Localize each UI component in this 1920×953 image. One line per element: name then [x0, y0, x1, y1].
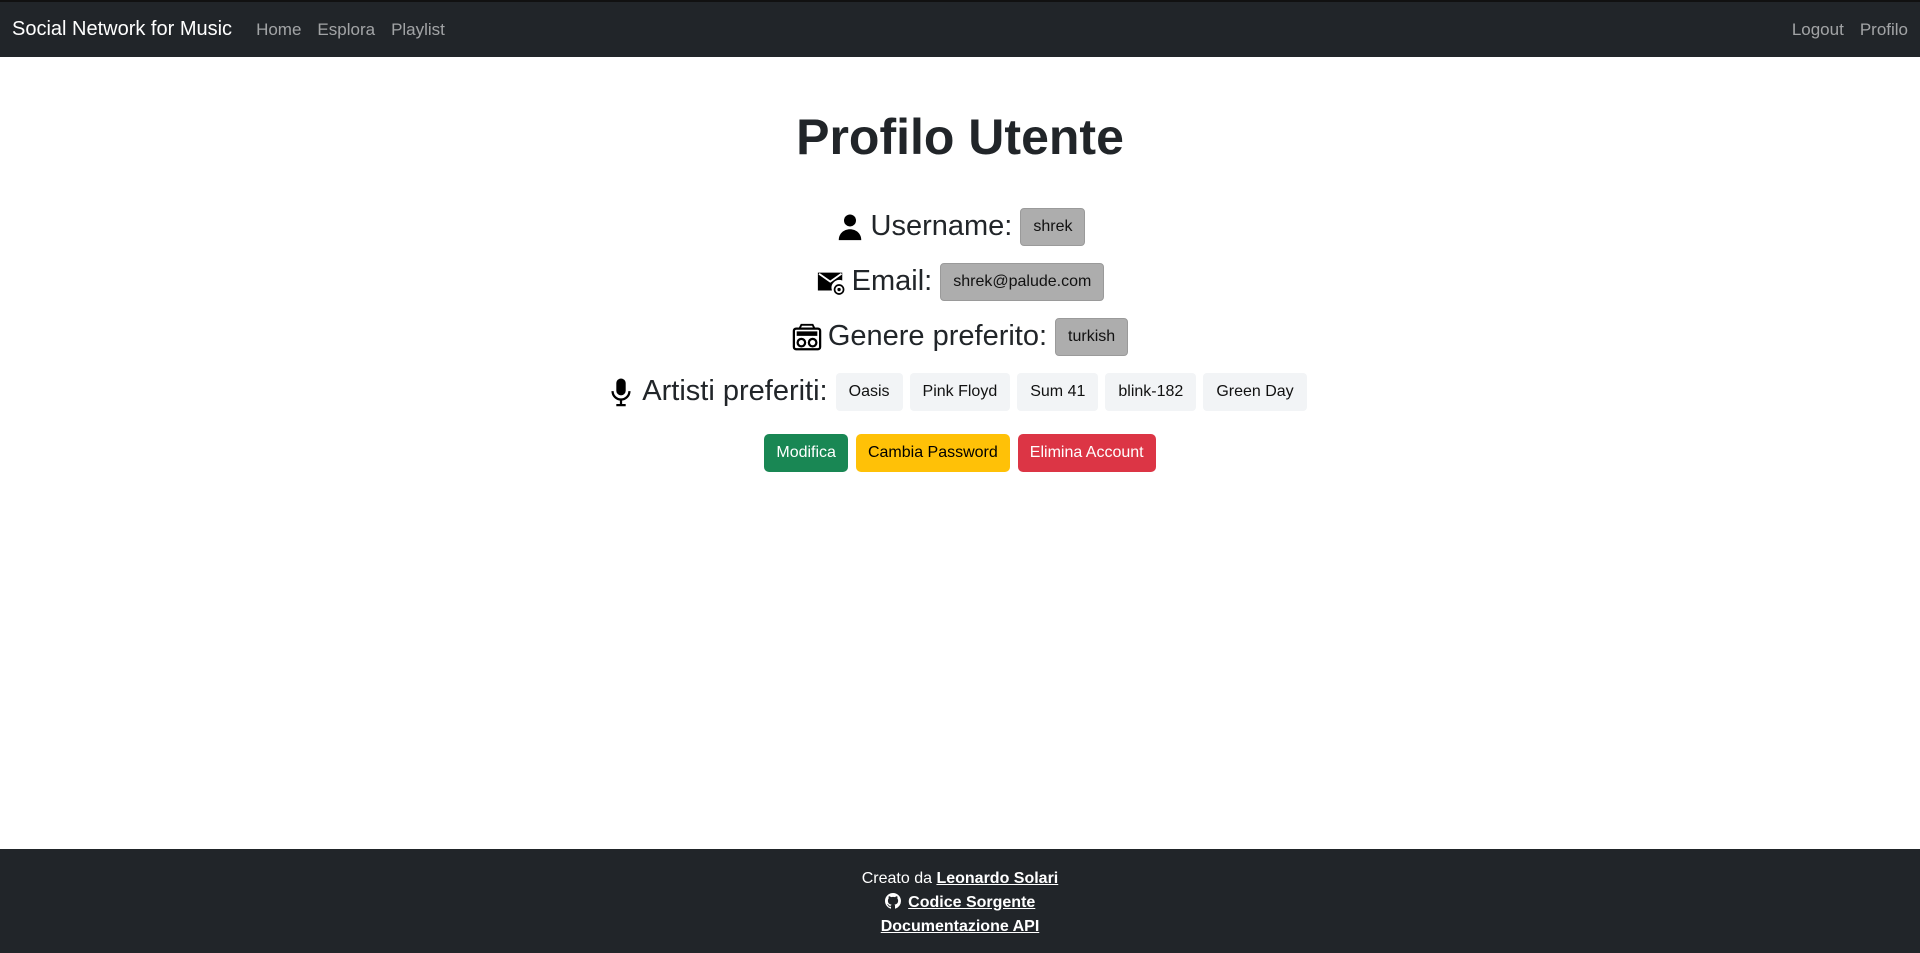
brand-link[interactable]: Social Network for Music: [12, 18, 232, 41]
artists-label: Artisti preferiti:: [642, 375, 828, 407]
artist-chip: Sum 41: [1017, 372, 1099, 411]
author-link[interactable]: Leonardo Solari: [936, 870, 1058, 887]
envelope-at-icon: [816, 267, 846, 297]
nav-right: Logout Profilo: [1776, 20, 1908, 40]
nav-left: Home Esplora Playlist: [256, 20, 461, 40]
footer-api: Documentazione API: [0, 915, 1920, 939]
footer: Creato da Leonardo Solari Codice Sorgent…: [0, 849, 1920, 953]
footer-source: Codice Sorgente: [0, 891, 1920, 915]
genre-label: Genere preferito:: [827, 320, 1048, 352]
email-label: Email:: [851, 265, 933, 297]
username-label: Username:: [870, 210, 1013, 242]
boombox-icon: [792, 322, 822, 352]
artists-row: Artisti preferiti: Oasis Pink Floyd Sum …: [0, 364, 1920, 419]
edit-button[interactable]: Modifica: [764, 434, 848, 472]
microphone-icon: [606, 377, 636, 407]
username-value: shrek: [1020, 207, 1086, 246]
genre-row: Genere preferito: turkish: [0, 309, 1920, 364]
nav-link-profilo[interactable]: Profilo: [1860, 20, 1908, 40]
nav-link-playlist[interactable]: Playlist: [391, 20, 445, 40]
profile-main: Profilo Utente Username: shrek Email: sh…: [0, 57, 1920, 849]
nav-link-esplora[interactable]: Esplora: [317, 20, 375, 40]
artist-chip: Oasis: [835, 372, 903, 411]
footer-credit: Creato da Leonardo Solari: [0, 867, 1920, 891]
delete-account-button[interactable]: Elimina Account: [1017, 434, 1156, 472]
username-row: Username: shrek: [0, 199, 1920, 254]
change-password-button[interactable]: Cambia Password: [855, 434, 1010, 472]
github-icon: [884, 893, 901, 909]
email-value: shrek@palude.com: [940, 262, 1105, 301]
artist-chip: blink-182: [1105, 372, 1197, 411]
genre-value: turkish: [1055, 317, 1129, 356]
profile-actions: Modifica Cambia Password Elimina Account: [0, 434, 1920, 472]
nav-link-home[interactable]: Home: [256, 20, 301, 40]
person-icon: [835, 212, 865, 242]
artist-chip: Pink Floyd: [909, 372, 1011, 411]
top-navbar: Social Network for Music Home Esplora Pl…: [0, 0, 1920, 57]
page-title: Profilo Utente: [796, 109, 1124, 165]
nav-link-logout[interactable]: Logout: [1792, 20, 1844, 40]
email-row: Email: shrek@palude.com: [0, 254, 1920, 309]
source-code-link[interactable]: Codice Sorgente: [908, 894, 1035, 911]
footer-created-by: Creato da: [861, 870, 932, 887]
api-docs-link[interactable]: Documentazione API: [881, 918, 1040, 935]
artist-chip: Green Day: [1203, 372, 1307, 411]
